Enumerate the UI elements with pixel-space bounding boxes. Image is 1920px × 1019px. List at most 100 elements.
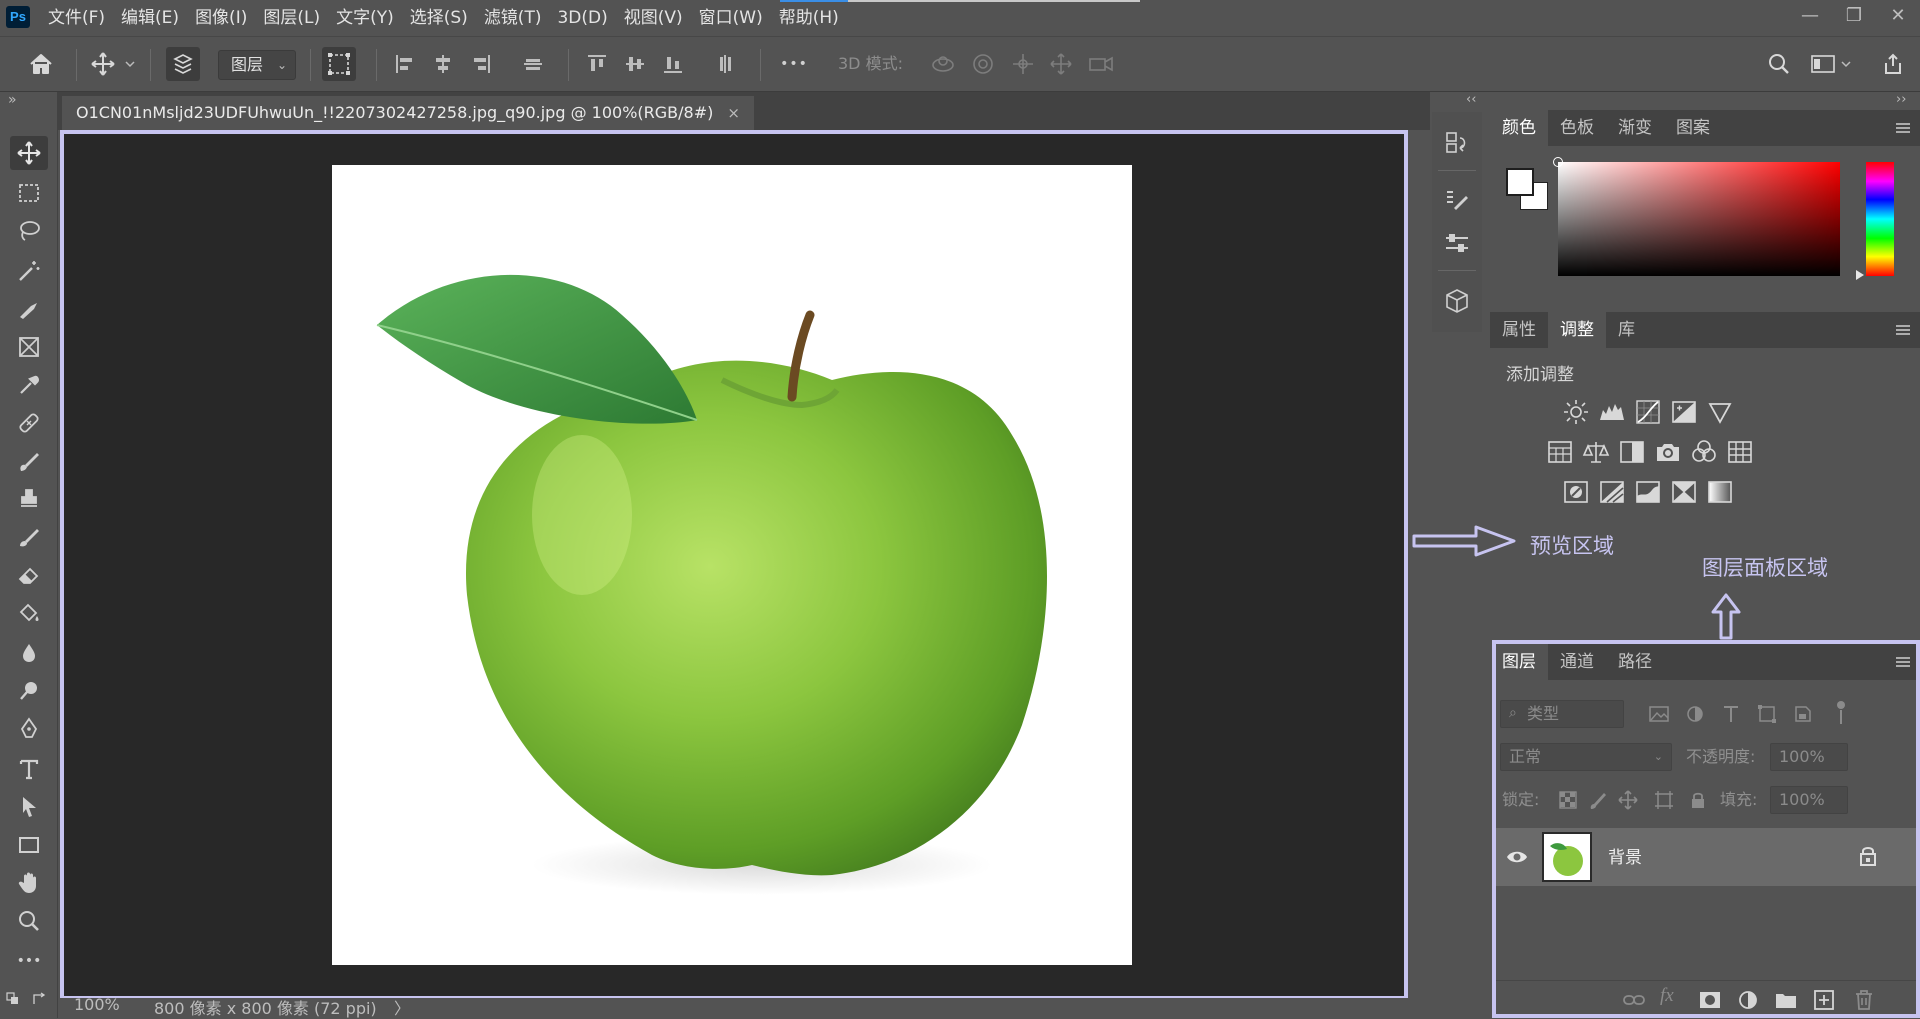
roll-3d-icon[interactable] (966, 47, 1000, 81)
menu-filter[interactable]: 滤镜(T) (476, 0, 550, 36)
brush-tool-icon[interactable] (10, 444, 48, 478)
camera-3d-icon[interactable] (1084, 47, 1118, 81)
black-white-icon[interactable] (1618, 438, 1646, 466)
swap-colors-icon[interactable] (32, 992, 48, 1006)
hand-tool-icon[interactable] (10, 866, 48, 900)
align-bottom-icon[interactable] (656, 47, 690, 81)
dodge-tool-icon[interactable] (10, 674, 48, 708)
lasso-tool-icon[interactable] (10, 214, 48, 248)
hue-slider-handle[interactable] (1856, 270, 1864, 280)
posterize-icon[interactable] (1598, 478, 1626, 506)
align-left-icon[interactable] (388, 47, 422, 81)
pen-slice-tool-icon[interactable] (10, 292, 48, 326)
photo-filter-icon[interactable] (1654, 438, 1682, 466)
share-icon[interactable] (1876, 47, 1910, 81)
pan-3d-icon[interactable] (1006, 47, 1040, 81)
edit-toolbar-icon[interactable]: ••• (10, 944, 48, 978)
marquee-tool-icon[interactable] (10, 176, 48, 210)
exposure-icon[interactable] (1670, 398, 1698, 426)
workspace-icon[interactable] (1806, 47, 1840, 81)
tab-patterns[interactable]: 图案 (1664, 110, 1722, 146)
search-icon[interactable] (1762, 47, 1796, 81)
eraser-tool-icon[interactable] (10, 558, 48, 592)
document-tab[interactable]: O1CN01nMsljd23UDFUhwuUn_!!2207302427258.… (62, 96, 754, 130)
align-right-icon[interactable] (464, 47, 498, 81)
slide-3d-icon[interactable] (1044, 47, 1078, 81)
invert-icon[interactable] (1562, 478, 1590, 506)
status-arrow[interactable]: 〉 (394, 995, 410, 1019)
menu-3d[interactable]: 3D(D) (549, 0, 615, 36)
zoom-tool-icon[interactable] (10, 904, 48, 938)
threshold-icon[interactable] (1634, 478, 1662, 506)
chevron-down-icon[interactable] (1838, 47, 1854, 81)
more-options-button[interactable]: ••• (776, 47, 812, 81)
brush-settings-icon[interactable] (1440, 184, 1474, 218)
auto-select-icon[interactable] (166, 47, 200, 81)
chevron-down-icon[interactable] (122, 47, 138, 81)
tab-swatches[interactable]: 色板 (1548, 110, 1606, 146)
selective-color-icon[interactable] (1670, 478, 1698, 506)
home-icon[interactable] (24, 47, 58, 81)
menu-window[interactable]: 窗口(W) (691, 0, 771, 36)
menu-type[interactable]: 文字(Y) (328, 0, 402, 36)
eyedropper-tool-icon[interactable] (10, 368, 48, 402)
collapse-right-toggle[interactable]: ›› (1896, 92, 1906, 107)
hue-saturation-icon[interactable] (1546, 438, 1574, 466)
tab-properties[interactable]: 属性 (1490, 312, 1548, 348)
channel-mixer-icon[interactable] (1690, 438, 1718, 466)
color-picker-cursor[interactable] (1553, 157, 1563, 167)
tab-gradients[interactable]: 渐变 (1606, 110, 1664, 146)
hue-slider[interactable] (1866, 162, 1894, 276)
layer-select[interactable]: 图层 ⌄ (218, 50, 296, 80)
close-document-button[interactable]: × (727, 96, 740, 130)
menu-edit[interactable]: 编辑(E) (113, 0, 187, 36)
tab-adjustments[interactable]: 调整 (1548, 312, 1606, 348)
close-button[interactable]: ✕ (1876, 0, 1920, 30)
clone-stamp-tool-icon[interactable] (10, 482, 48, 516)
zoom-level[interactable]: 100% (74, 995, 120, 1014)
transform-controls-icon[interactable] (322, 47, 356, 81)
align-middle-icon[interactable] (618, 47, 652, 81)
healing-brush-tool-icon[interactable] (10, 406, 48, 440)
move-tool-icon[interactable] (86, 47, 120, 81)
adjustment-sliders-icon[interactable] (1440, 226, 1474, 260)
curves-icon[interactable] (1634, 398, 1662, 426)
distribute-icon[interactable] (516, 47, 550, 81)
vibrance-icon[interactable] (1706, 398, 1734, 426)
paint-bucket-tool-icon[interactable] (10, 596, 48, 630)
menu-select[interactable]: 选择(S) (402, 0, 476, 36)
orbit-3d-icon[interactable] (926, 47, 960, 81)
rectangle-tool-icon[interactable] (10, 828, 48, 862)
color-balance-icon[interactable] (1582, 438, 1610, 466)
panel-menu-icon[interactable] (1894, 120, 1912, 136)
magic-wand-tool-icon[interactable] (10, 254, 48, 288)
pen-tool-icon[interactable] (10, 712, 48, 746)
collapse-left-toggle[interactable]: ‹‹ (1466, 92, 1476, 107)
restore-button[interactable]: ❐ (1832, 0, 1876, 30)
menu-file[interactable]: 文件(F) (40, 0, 113, 36)
align-center-icon[interactable] (426, 47, 460, 81)
color-lookup-icon[interactable] (1726, 438, 1754, 466)
move-tool-icon[interactable] (10, 136, 48, 170)
history-panel-icon[interactable] (1440, 126, 1474, 160)
tab-libraries[interactable]: 库 (1606, 312, 1647, 348)
3d-cube-icon[interactable] (1440, 284, 1474, 318)
panel-menu-icon[interactable] (1894, 322, 1912, 338)
brightness-contrast-icon[interactable] (1562, 398, 1590, 426)
path-selection-tool-icon[interactable] (10, 790, 48, 824)
toolbar-toggle[interactable]: » (8, 92, 17, 108)
type-tool-icon[interactable] (10, 752, 48, 786)
menu-image[interactable]: 图像(I) (187, 0, 255, 36)
blur-tool-icon[interactable] (10, 636, 48, 670)
minimize-button[interactable]: — (1788, 0, 1832, 30)
gradient-map-icon[interactable] (1706, 478, 1734, 506)
align-top-icon[interactable] (580, 47, 614, 81)
menu-layer[interactable]: 图层(L) (255, 0, 328, 36)
tab-color[interactable]: 颜色 (1490, 110, 1548, 146)
history-brush-tool-icon[interactable] (10, 520, 48, 554)
levels-icon[interactable] (1598, 398, 1626, 426)
frame-tool-icon[interactable] (10, 330, 48, 364)
fg-bg-color-swatch[interactable] (1506, 168, 1552, 214)
foreground-color-swatch[interactable] (1506, 168, 1534, 196)
default-colors-icon[interactable] (6, 992, 20, 1006)
